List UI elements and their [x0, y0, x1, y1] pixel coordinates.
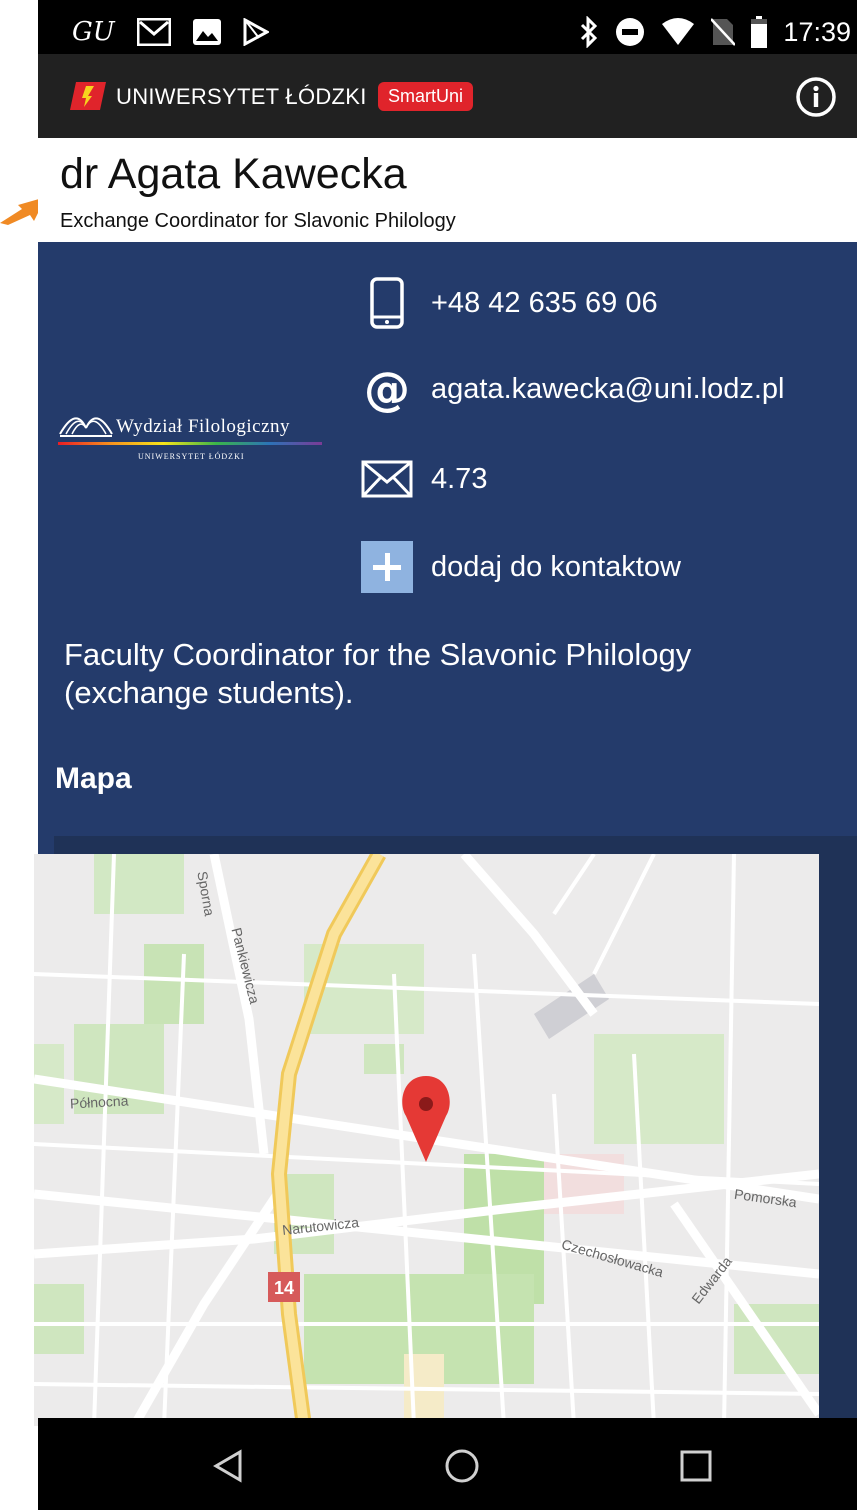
carrier-icon: GU: [72, 17, 115, 47]
map-heading: Mapa: [55, 762, 132, 795]
add-contact-label[interactable]: dodaj do kontaktow: [431, 551, 681, 584]
route-badge: 14: [274, 1278, 294, 1298]
wifi-icon: [662, 18, 695, 45]
email-address[interactable]: agata.kawecka@uni.lodz.pl: [431, 373, 784, 406]
university-name: UNIWERSYTET ŁÓDZKI: [116, 84, 367, 109]
app-bar: UNIWERSYTET ŁÓDZKI SmartUni: [38, 54, 857, 138]
map-canvas[interactable]: 14: [34, 854, 819, 1426]
phone-icon: [360, 276, 414, 330]
person-name: dr Agata Kawecka: [60, 150, 407, 198]
navigation-bar: [38, 1418, 857, 1510]
faculty-subtitle: UNIWERSYTET ŁÓDZKI: [138, 452, 245, 461]
battery-icon: [751, 16, 768, 48]
do-not-disturb-icon: [616, 18, 645, 46]
faculty-logo: Wydział Filologiczny UNIWERSYTET ŁÓDZKI: [58, 400, 322, 466]
bluetooth-icon: [581, 16, 598, 48]
no-sim-icon: [711, 18, 736, 46]
plus-icon[interactable]: [360, 540, 414, 594]
person-title: Exchange Coordinator for Slavonic Philol…: [60, 210, 456, 232]
description-text: Faculty Coordinator for the Slavonic Phi…: [64, 637, 692, 710]
add-contact-row[interactable]: dodaj do kontaktow: [360, 540, 681, 594]
smartuni-badge: SmartUni: [378, 82, 474, 111]
home-icon[interactable]: [444, 1448, 480, 1484]
phone-row[interactable]: +48 42 635 69 06: [360, 276, 658, 330]
university-logo-icon: [70, 82, 106, 110]
back-icon[interactable]: [210, 1448, 246, 1484]
image-icon: [192, 19, 221, 45]
play-store-icon: [243, 18, 269, 46]
at-icon: @: [364, 362, 410, 416]
person-header: dr Agata Kawecka Exchange Coordinator fo…: [38, 138, 857, 242]
gmail-icon: [136, 18, 171, 46]
faculty-logo-rainbow: [58, 442, 322, 445]
phone-number[interactable]: +48 42 635 69 06: [431, 287, 658, 320]
faculty-name: Wydział Filologiczny: [116, 416, 291, 437]
clock: 17:39: [783, 16, 851, 47]
envelope-icon: [360, 452, 414, 506]
book-icon: [59, 417, 113, 437]
email-row[interactable]: @ agata.kawecka@uni.lodz.pl: [360, 362, 784, 416]
room-number: 4.73: [431, 462, 488, 495]
street-label: Północna: [69, 1092, 129, 1112]
map-pin-icon[interactable]: [402, 1076, 450, 1162]
map-view[interactable]: 14 Sporna Pankiewicza Północna Narutowic…: [34, 854, 819, 1426]
room-row: 4.73: [360, 452, 487, 506]
info-icon[interactable]: [795, 76, 837, 118]
recents-icon[interactable]: [678, 1448, 714, 1484]
